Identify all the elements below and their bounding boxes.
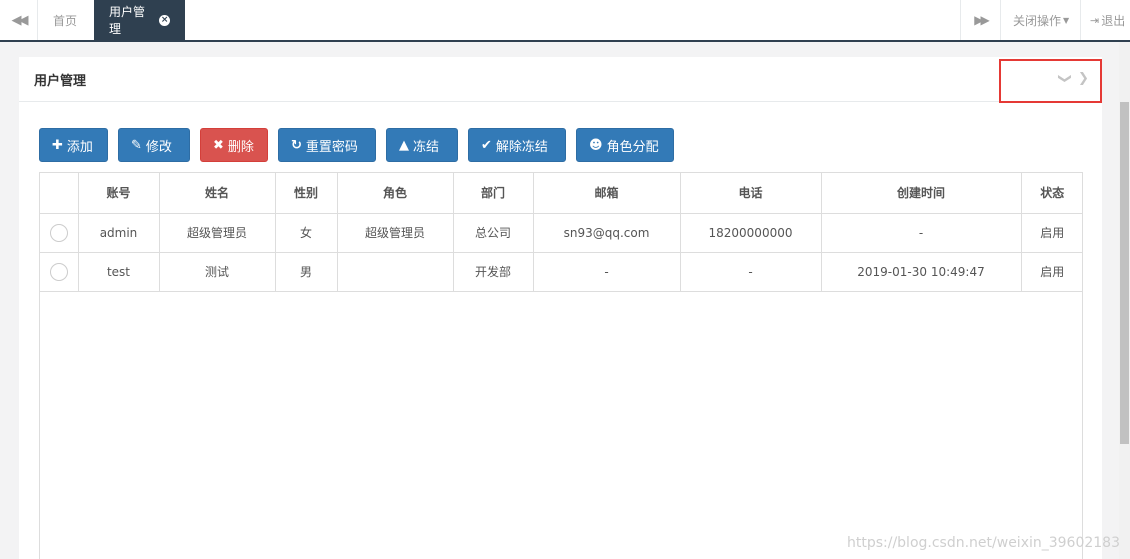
tab-user-management[interactable]: 用户管理 × [94,0,185,40]
table-cell: 测试 [159,252,276,292]
table-cell: 女 [275,213,338,253]
refresh-icon: ↻ [291,137,302,153]
page-scrollbar[interactable] [1119,42,1130,559]
add-label: 添加 [66,139,93,155]
user-secret-icon: ☻ [589,137,603,153]
close-operations-dropdown[interactable]: 关闭操作 ▼ [1000,0,1080,40]
table-cell: admin [78,213,160,253]
table-cell: - [821,213,1022,253]
edit-icon: ✎ [131,137,142,153]
table-cell: 启用 [1021,252,1083,292]
column-header[interactable]: 姓名 [159,173,276,214]
table-cell: 启用 [1021,213,1083,253]
tab-scroll-left-button[interactable]: ◀◀ [0,0,38,40]
warning-icon: ▲ [399,137,409,153]
logout-label: 退出 [1101,13,1126,28]
check-circle-icon: ✔ [481,137,492,153]
tab-bar: ◀◀ 首页 用户管理 × ▶▶ 关闭操作 ▼ ⇥ 退出 [0,0,1130,42]
row-select-cell[interactable] [40,213,79,253]
table-cell: 2019-01-30 10:49:47 [821,252,1022,292]
table-row[interactable]: admin 超级管理员 女 超级管理员 总公司 sn93@qq.com 1820… [40,213,1083,253]
panel-title: 用户管理 [34,73,87,89]
table-cell: 超级管理员 [337,213,454,253]
column-header[interactable]: 性别 [275,173,338,214]
scrollbar-thumb[interactable] [1120,102,1129,444]
table-cell: 总公司 [453,213,534,253]
column-header[interactable]: 电话 [680,173,822,214]
plus-icon: ✚ [52,137,63,153]
table-header-row: 账号 姓名 性别 角色 部门 邮箱 电话 创建时间 状态 [40,173,1083,214]
row-select-cell[interactable] [40,252,79,292]
column-header[interactable]: 部门 [453,173,534,214]
double-chevron-left-icon: ◀◀ [11,12,29,28]
table-cell: sn93@qq.com [533,213,681,253]
table-cell [337,252,454,292]
freeze-label: 冻结 [413,139,440,155]
times-icon: ✖ [213,137,224,153]
column-header[interactable]: 角色 [337,173,454,214]
sign-out-icon: ⇥ [1090,13,1100,27]
table-cell: 18200000000 [680,213,822,253]
unfreeze-label: 解除冻结 [495,139,548,155]
table-cell: - [680,252,822,292]
watermark: https://blog.csdn.net/weixin_39602183 [846,535,1120,551]
action-toolbar: ✚ 添加 ✎ 修改 ✖ 删除 ↻ 重置密码 ▲ 冻结 ✔ 解除冻结 ☻ 角色分配 [39,128,674,162]
row-radio[interactable] [49,262,68,281]
logout-button[interactable]: ⇥ 退出 [1080,0,1130,40]
edit-label: 修改 [145,139,172,155]
reset-password-button[interactable]: ↻ 重置密码 [278,128,376,162]
delete-button[interactable]: ✖ 删除 [200,128,268,162]
close-tab-icon[interactable]: × [159,14,170,26]
user-management-panel: 用户管理 ❯ ❯ ✚ 添加 ✎ 修改 ✖ 删除 ↻ 重置密码 ▲ 冻结 ✔ 解除… [19,57,1102,559]
column-header[interactable]: 状态 [1021,173,1083,214]
assign-role-label: 角色分配 [606,139,659,155]
panel-tools-highlight: ❯ ❯ [999,59,1102,103]
column-header[interactable]: 创建时间 [821,173,1022,214]
freeze-button[interactable]: ▲ 冻结 [386,128,458,162]
caret-down-icon: ▼ [1063,15,1070,25]
table-cell: - [533,252,681,292]
table-row[interactable]: test 测试 男 开发部 - - 2019-01-30 10:49:47 启用 [40,252,1083,292]
collapse-chevron-icon[interactable]: ❯ [1057,73,1072,84]
add-button[interactable]: ✚ 添加 [39,128,108,162]
unfreeze-button[interactable]: ✔ 解除冻结 [468,128,566,162]
select-column-header [40,173,79,214]
panel-header: 用户管理 [19,57,1102,102]
tab-scroll-right-button[interactable]: ▶▶ [960,0,1000,40]
delete-label: 删除 [227,139,254,155]
table-cell: 男 [275,252,338,292]
tab-home[interactable]: 首页 [38,0,94,40]
table-cell: test [78,252,160,292]
table-cell: 开发部 [453,252,534,292]
expand-chevron-icon[interactable]: ❯ [1078,71,1089,86]
double-chevron-right-icon: ▶▶ [974,13,990,27]
column-header[interactable]: 邮箱 [533,173,681,214]
close-operations-label: 关闭操作 [1013,13,1062,28]
reset-password-label: 重置密码 [305,139,358,155]
tab-active-label: 用户管理 [109,5,146,36]
assign-role-button[interactable]: ☻ 角色分配 [576,128,674,162]
user-table: 账号 姓名 性别 角色 部门 邮箱 电话 创建时间 状态 admin 超级管理员… [39,172,1083,559]
column-header[interactable]: 账号 [78,173,160,214]
table-cell: 超级管理员 [159,213,276,253]
edit-button[interactable]: ✎ 修改 [118,128,190,162]
tab-home-label: 首页 [53,13,78,28]
row-radio[interactable] [49,223,68,242]
